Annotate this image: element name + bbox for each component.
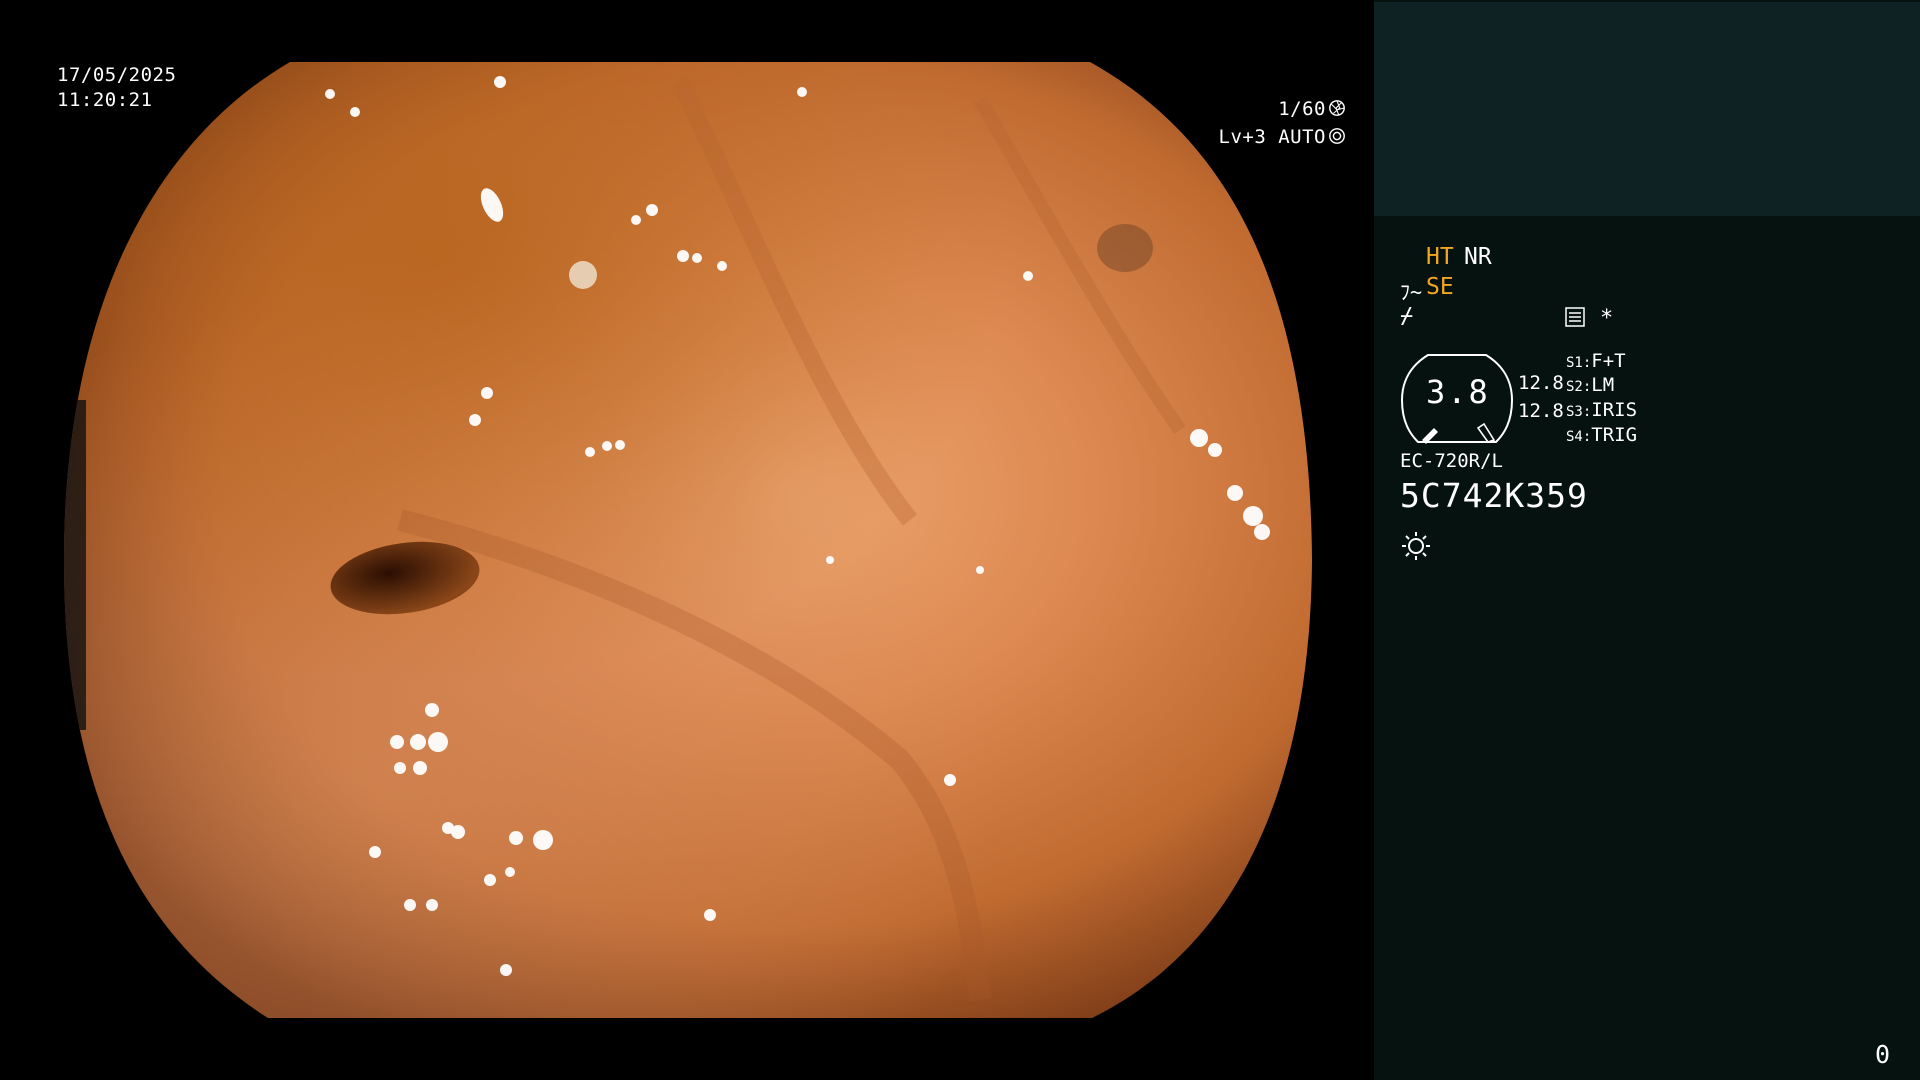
dial-value: 3.8 (1426, 373, 1490, 411)
time-display: 11:20:21 (57, 89, 153, 111)
shutter-speed-value: 1/60 (1278, 98, 1326, 120)
switch-key: S1 (1566, 355, 1583, 371)
switch-value: TRIG (1591, 424, 1638, 446)
switch-value: LM (1591, 374, 1615, 396)
switch-s4: S4:TRIG (1566, 424, 1638, 446)
exposure-level-value: Lv+3 AUTO (1218, 126, 1326, 148)
switch-key: S4 (1566, 429, 1583, 445)
endoscopy-video: 17/05/2025 11:20:21 1/60 Lv+3 AUTO (0, 0, 1374, 1080)
scope-model: EC-720R/L (1400, 450, 1503, 472)
scope-serial: 5C742K359 (1400, 476, 1588, 515)
shutter-speed: 1/60 (1278, 98, 1346, 120)
switch-s2: S2:LM (1566, 374, 1615, 396)
menu-icon (1565, 307, 1585, 327)
switch-value: IRIS (1591, 399, 1638, 421)
settings-panel: HT NR ﾌ~ SE ⌿ * 3.8 12.8 12.8 S1:F+T S2:… (1374, 0, 1920, 1080)
switch-key: S2 (1566, 379, 1583, 395)
date-display: 17/05/2025 (57, 64, 177, 86)
panel-header-area (1374, 2, 1920, 216)
level-value-1: 12.8 (1518, 372, 1564, 394)
frame-counter: 0 (1874, 1040, 1890, 1069)
endoscopic-image (64, 62, 1312, 1018)
aperture-icon (1329, 100, 1345, 116)
switch-s1: S1:F+T (1566, 350, 1626, 372)
light-icon (1402, 532, 1430, 560)
flash-icon: ⌿ (1400, 304, 1414, 329)
star-indicator: * (1600, 306, 1614, 331)
switch-value: F+T (1591, 350, 1626, 372)
se-indicator: SE (1426, 274, 1454, 300)
gear-icon (1329, 128, 1345, 144)
level-value-2: 12.8 (1518, 400, 1564, 422)
exposure-level: Lv+3 AUTO (1219, 126, 1346, 148)
nr-indicator: NR (1464, 244, 1492, 270)
switch-s3: S3:IRIS (1566, 399, 1638, 421)
ht-indicator: HT (1426, 244, 1454, 270)
scope-icon: ﾌ~ (1400, 280, 1423, 304)
switch-key: S3 (1566, 404, 1583, 420)
